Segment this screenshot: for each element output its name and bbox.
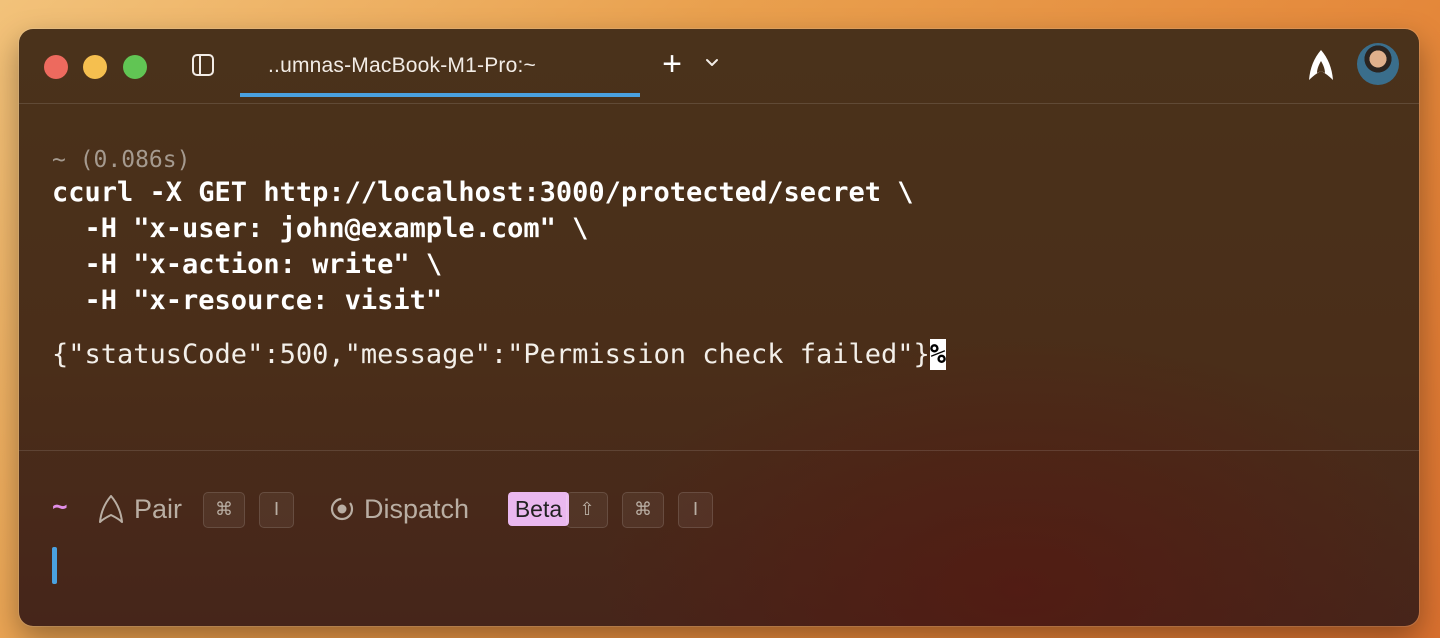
- user-avatar[interactable]: [1357, 43, 1399, 85]
- command-block[interactable]: ~ (0.086s) ccurl -X GET http://localhost…: [52, 145, 1399, 373]
- tab-active[interactable]: ..umnas-MacBook-M1-Pro:~: [240, 29, 640, 99]
- input-cursor[interactable]: [52, 547, 57, 584]
- command-line: ccurl -X GET http://localhost:3000/prote…: [52, 177, 914, 208]
- beta-badge: Beta: [508, 492, 569, 526]
- output-text: {"statusCode":500,"message":"Permission …: [52, 339, 930, 370]
- dispatch-shortcut-shift: ⇧: [566, 492, 608, 528]
- command-output: {"statusCode":500,"message":"Permission …: [52, 337, 1399, 373]
- chevron-down-icon[interactable]: [704, 55, 720, 71]
- close-window-button[interactable]: [44, 55, 68, 79]
- dispatch-shortcut-i: I: [678, 492, 713, 528]
- dispatch-icon[interactable]: [328, 495, 356, 523]
- input-toolbar: ~ Pair ⌘ I Dispatch Beta ⇧ ⌘ I: [52, 489, 1399, 529]
- pair-button[interactable]: Pair: [134, 494, 182, 525]
- dispatch-shortcut-cmd: ⌘: [622, 492, 664, 528]
- terminal-window: ..umnas-MacBook-M1-Pro:~ + ~ (0.086s) cc…: [19, 29, 1419, 626]
- pair-shortcut-i: I: [259, 492, 294, 528]
- tab-title: ..umnas-MacBook-M1-Pro:~: [268, 54, 536, 77]
- tab-active-indicator: [240, 93, 640, 97]
- pair-agent-icon[interactable]: [98, 495, 124, 523]
- no-newline-marker: %: [929, 339, 947, 370]
- dispatch-button[interactable]: Dispatch: [364, 494, 469, 525]
- warp-logo-icon[interactable]: [1307, 49, 1335, 81]
- block-prompt-meta: ~ (0.086s): [52, 147, 191, 173]
- sidebar-toggle-icon[interactable]: [191, 53, 215, 77]
- command-line: -H "x-action: write" \: [52, 249, 443, 280]
- zoom-window-button[interactable]: [123, 55, 147, 79]
- block-divider: [19, 450, 1419, 451]
- titlebar-divider: [19, 103, 1419, 104]
- command-line: -H "x-resource: visit": [52, 285, 443, 316]
- title-bar: ..umnas-MacBook-M1-Pro:~ +: [19, 29, 1419, 99]
- pair-shortcut-cmd: ⌘: [203, 492, 245, 528]
- prompt-symbol: ~: [52, 492, 68, 522]
- new-tab-button[interactable]: +: [657, 47, 687, 81]
- minimize-window-button[interactable]: [83, 55, 107, 79]
- command-line: -H "x-user: john@example.com" \: [52, 213, 589, 244]
